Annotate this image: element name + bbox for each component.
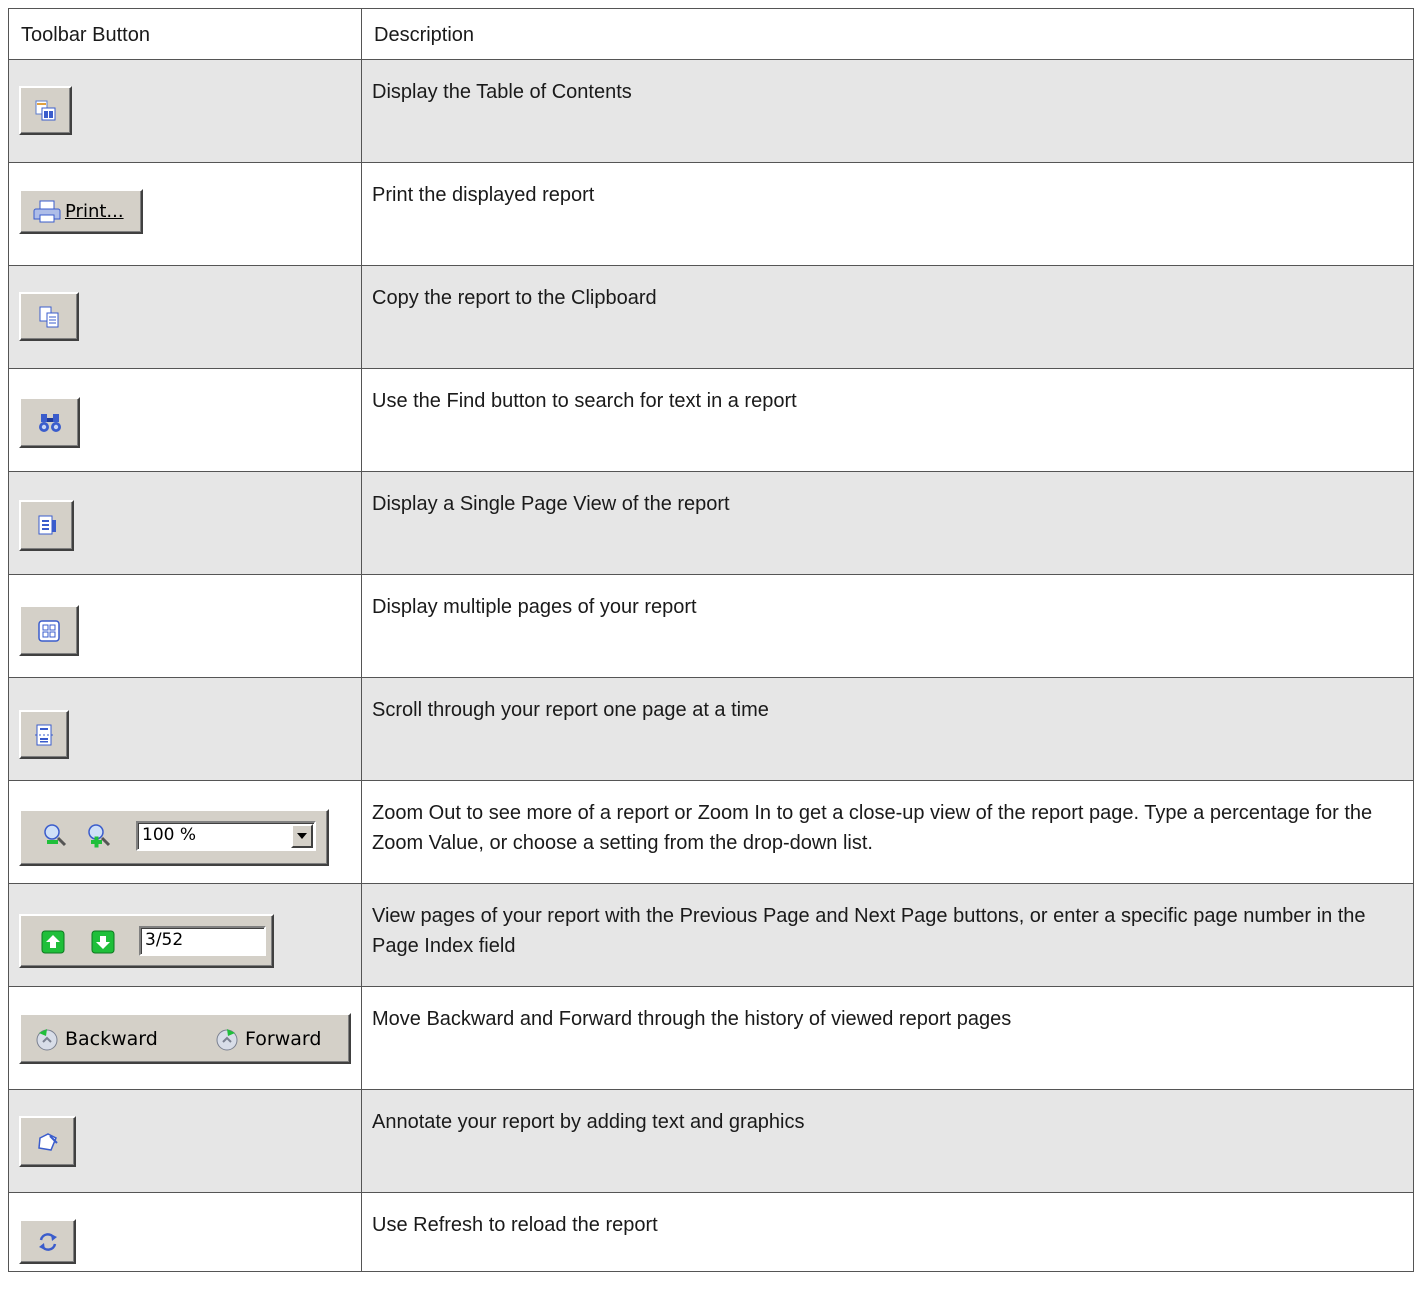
table-header-row: Toolbar Button Description	[8, 8, 1414, 60]
find-button[interactable]	[19, 397, 80, 448]
table-row: 3/52 View pages of your report with the …	[8, 883, 1414, 987]
continuous-scroll-icon	[35, 724, 53, 745]
table-of-contents-button[interactable]	[19, 86, 72, 135]
forward-button[interactable]: Forward	[213, 1025, 321, 1053]
toolbar-button-cell	[8, 574, 362, 678]
refresh-button[interactable]	[19, 1219, 76, 1264]
description-cell: Display a Single Page View of the report	[361, 471, 1414, 575]
zoom-out-icon[interactable]	[41, 823, 71, 851]
description-cell: Use the Find button to search for text i…	[361, 368, 1414, 472]
description-cell: Display the Table of Contents	[361, 59, 1414, 163]
toolbar-button-cell	[8, 59, 362, 163]
backward-label: Backward	[65, 1028, 158, 1050]
toolbar-button-cell: Backward Forward	[8, 986, 362, 1090]
table-row: Copy the report to the Clipboard	[8, 265, 1414, 369]
table-row: Display the Table of Contents	[8, 59, 1414, 163]
zoom-dropdown-button[interactable]	[291, 824, 313, 848]
forward-label: Forward	[245, 1028, 322, 1050]
multiple-pages-icon	[38, 619, 60, 642]
description-cell: Use Refresh to reload the report	[361, 1192, 1414, 1272]
annotate-button[interactable]	[19, 1116, 76, 1167]
table-row: Use Refresh to reload the report	[8, 1192, 1414, 1272]
toolbar-button-cell: 3/52	[8, 883, 362, 987]
table-row: Display a Single Page View of the report	[8, 471, 1414, 575]
continuous-scroll-button[interactable]	[19, 710, 69, 759]
description-cell: Scroll through your report one page at a…	[361, 677, 1414, 781]
table-row: Print... Print the displayed report	[8, 162, 1414, 266]
copy-icon	[39, 306, 59, 327]
page-index-field[interactable]: 3/52	[139, 926, 266, 956]
refresh-icon	[38, 1232, 57, 1251]
toolbar-button-cell	[8, 265, 362, 369]
single-page-button[interactable]	[19, 500, 74, 551]
description-cell: Zoom Out to see more of a report or Zoom…	[361, 780, 1414, 884]
table-row: Use the Find button to search for text i…	[8, 368, 1414, 472]
zoom-in-icon[interactable]	[85, 823, 115, 851]
toolbar-button-cell	[8, 368, 362, 472]
toolbar-button-cell	[8, 1089, 362, 1193]
page-navigation-toolbar: 3/52	[19, 914, 274, 968]
table-row: Annotate your report by adding text and …	[8, 1089, 1414, 1193]
description-cell: View pages of your report with the Previ…	[361, 883, 1414, 987]
chevron-down-icon	[297, 833, 307, 839]
print-button-label: Print...	[65, 201, 124, 222]
find-binoculars-icon	[38, 413, 61, 432]
toolbar-button-cell: Print...	[8, 162, 362, 266]
zoom-value-field[interactable]: 100 %	[136, 821, 316, 851]
toolbar-button-cell	[8, 471, 362, 575]
toolbar-button-cell	[8, 1192, 362, 1272]
page-index-value: 3/52	[145, 930, 184, 950]
forward-icon	[216, 1029, 238, 1051]
backward-icon	[36, 1029, 58, 1051]
print-button[interactable]: Print...	[19, 189, 143, 234]
toolbar-button-cell: 100 %	[8, 780, 362, 884]
backward-button[interactable]: Backward	[33, 1025, 158, 1053]
description-cell: Copy the report to the Clipboard	[361, 265, 1414, 369]
header-description: Description	[361, 8, 1414, 60]
copy-button[interactable]	[19, 292, 79, 341]
annotate-icon	[37, 1132, 58, 1151]
description-cell: Move Backward and Forward through the hi…	[361, 986, 1414, 1090]
header-toolbar-button: Toolbar Button	[8, 8, 362, 60]
table-row: Scroll through your report one page at a…	[8, 677, 1414, 781]
description-cell: Display multiple pages of your report	[361, 574, 1414, 678]
table-of-contents-icon	[35, 100, 55, 120]
next-page-icon[interactable]	[91, 930, 115, 954]
single-page-icon	[38, 515, 56, 534]
history-toolbar: Backward Forward	[19, 1013, 351, 1064]
toolbar-button-cell	[8, 677, 362, 781]
description-cell: Annotate your report by adding text and …	[361, 1089, 1414, 1193]
multiple-pages-button[interactable]	[19, 605, 79, 656]
table-row: Display multiple pages of your report	[8, 574, 1414, 678]
zoom-value: 100 %	[142, 825, 197, 845]
zoom-toolbar: 100 %	[19, 809, 329, 866]
table-row: 100 % Zoom Out to see more of a report o…	[8, 780, 1414, 884]
toolbar-buttons-table: Toolbar Button Description Display the T…	[8, 8, 1414, 1272]
print-icon	[33, 200, 61, 222]
description-cell: Print the displayed report	[361, 162, 1414, 266]
table-row: Backward Forward Move Backward and Forwa…	[8, 986, 1414, 1090]
previous-page-icon[interactable]	[41, 930, 65, 954]
